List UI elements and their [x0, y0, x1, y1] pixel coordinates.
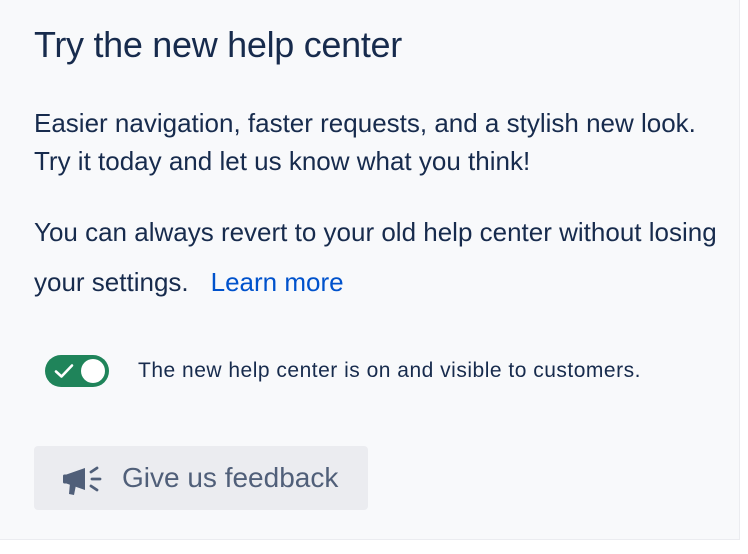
revert-text: You can always revert to your old help c…: [34, 217, 717, 297]
give-feedback-label: Give us feedback: [122, 462, 339, 493]
revert-paragraph: You can always revert to your old help c…: [34, 207, 724, 307]
panel-title: Try the new help center: [34, 24, 402, 65]
help-center-panel: Try the new help center Easier navigatio…: [0, 0, 740, 540]
check-icon: [54, 364, 74, 378]
panel-description: Easier navigation, faster requests, and …: [34, 108, 696, 176]
learn-more-link[interactable]: Learn more: [211, 267, 344, 297]
toggle-label: The new help center is on and visible to…: [138, 359, 641, 382]
give-feedback-button[interactable]: Give us feedback: [34, 446, 368, 510]
megaphone-icon: [63, 466, 102, 495]
new-help-center-toggle[interactable]: [45, 355, 109, 387]
toggle-knob: [81, 359, 105, 383]
